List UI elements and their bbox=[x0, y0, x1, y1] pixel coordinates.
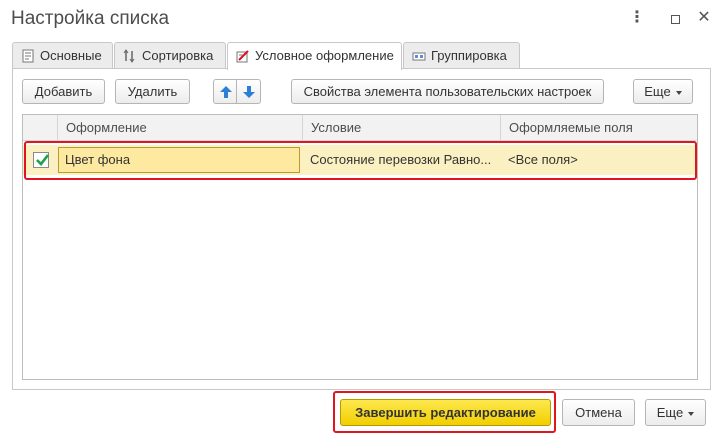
title-bar: Настройка списка ⋮ ✕ bbox=[0, 0, 722, 40]
conditional-format-icon bbox=[236, 50, 249, 63]
condition-cell[interactable]: Состояние перевозки Равно... bbox=[302, 145, 500, 175]
fields-cell[interactable]: <Все поля> bbox=[500, 145, 697, 175]
column-header-condition[interactable]: Условие bbox=[302, 115, 500, 141]
delete-button[interactable]: Удалить bbox=[115, 79, 190, 104]
tab-label: Условное оформление bbox=[255, 48, 394, 63]
table-header: Оформление Условие Оформляемые поля bbox=[23, 115, 697, 141]
column-header-appearance[interactable]: Оформление bbox=[57, 115, 302, 141]
window-title: Настройка списка bbox=[11, 8, 170, 29]
more-label: Еще bbox=[656, 405, 684, 420]
move-down-button[interactable] bbox=[237, 79, 261, 104]
tab-label: Группировка bbox=[431, 48, 507, 63]
element-properties-button[interactable]: Свойства элемента пользовательских настр… bbox=[291, 79, 604, 104]
move-up-button[interactable] bbox=[213, 79, 237, 104]
footer-more-button[interactable]: Еще bbox=[645, 399, 706, 426]
toolbar-more-button[interactable]: Еще bbox=[633, 79, 693, 104]
tab-sorting[interactable]: Сортировка bbox=[114, 42, 226, 69]
add-button[interactable]: Добавить bbox=[22, 79, 105, 104]
checkmark-icon bbox=[36, 154, 49, 166]
chevron-down-icon bbox=[688, 411, 695, 416]
cancel-button[interactable]: Отмена bbox=[562, 399, 635, 426]
tab-conditional-format[interactable]: Условное оформление bbox=[227, 42, 402, 70]
finish-editing-button[interactable]: Завершить редактирование bbox=[340, 399, 551, 426]
more-menu-icon[interactable]: ⋮ bbox=[628, 8, 646, 28]
close-icon[interactable]: ✕ bbox=[695, 8, 713, 28]
conditional-format-table[interactable]: Оформление Условие Оформляемые поля Цвет… bbox=[22, 114, 698, 380]
arrow-up-icon bbox=[220, 86, 232, 98]
tab-grouping[interactable]: Группировка bbox=[403, 42, 520, 69]
tab-label: Основные bbox=[40, 48, 102, 63]
tab-label: Сортировка bbox=[142, 48, 214, 63]
tab-main[interactable]: Основные bbox=[12, 42, 113, 69]
appearance-cell[interactable]: Цвет фона bbox=[58, 147, 300, 173]
column-header-fields[interactable]: Оформляемые поля bbox=[500, 115, 697, 141]
row-enabled-checkbox[interactable] bbox=[33, 152, 49, 168]
maximize-icon[interactable] bbox=[666, 8, 684, 28]
sort-icon bbox=[123, 49, 135, 63]
more-label: Еще bbox=[644, 84, 671, 99]
grouping-icon bbox=[412, 52, 426, 61]
table-row[interactable]: Цвет фона Состояние перевозки Равно... <… bbox=[23, 145, 697, 175]
list-icon bbox=[22, 49, 34, 63]
chevron-down-icon bbox=[675, 90, 682, 95]
arrow-down-icon bbox=[243, 86, 255, 98]
